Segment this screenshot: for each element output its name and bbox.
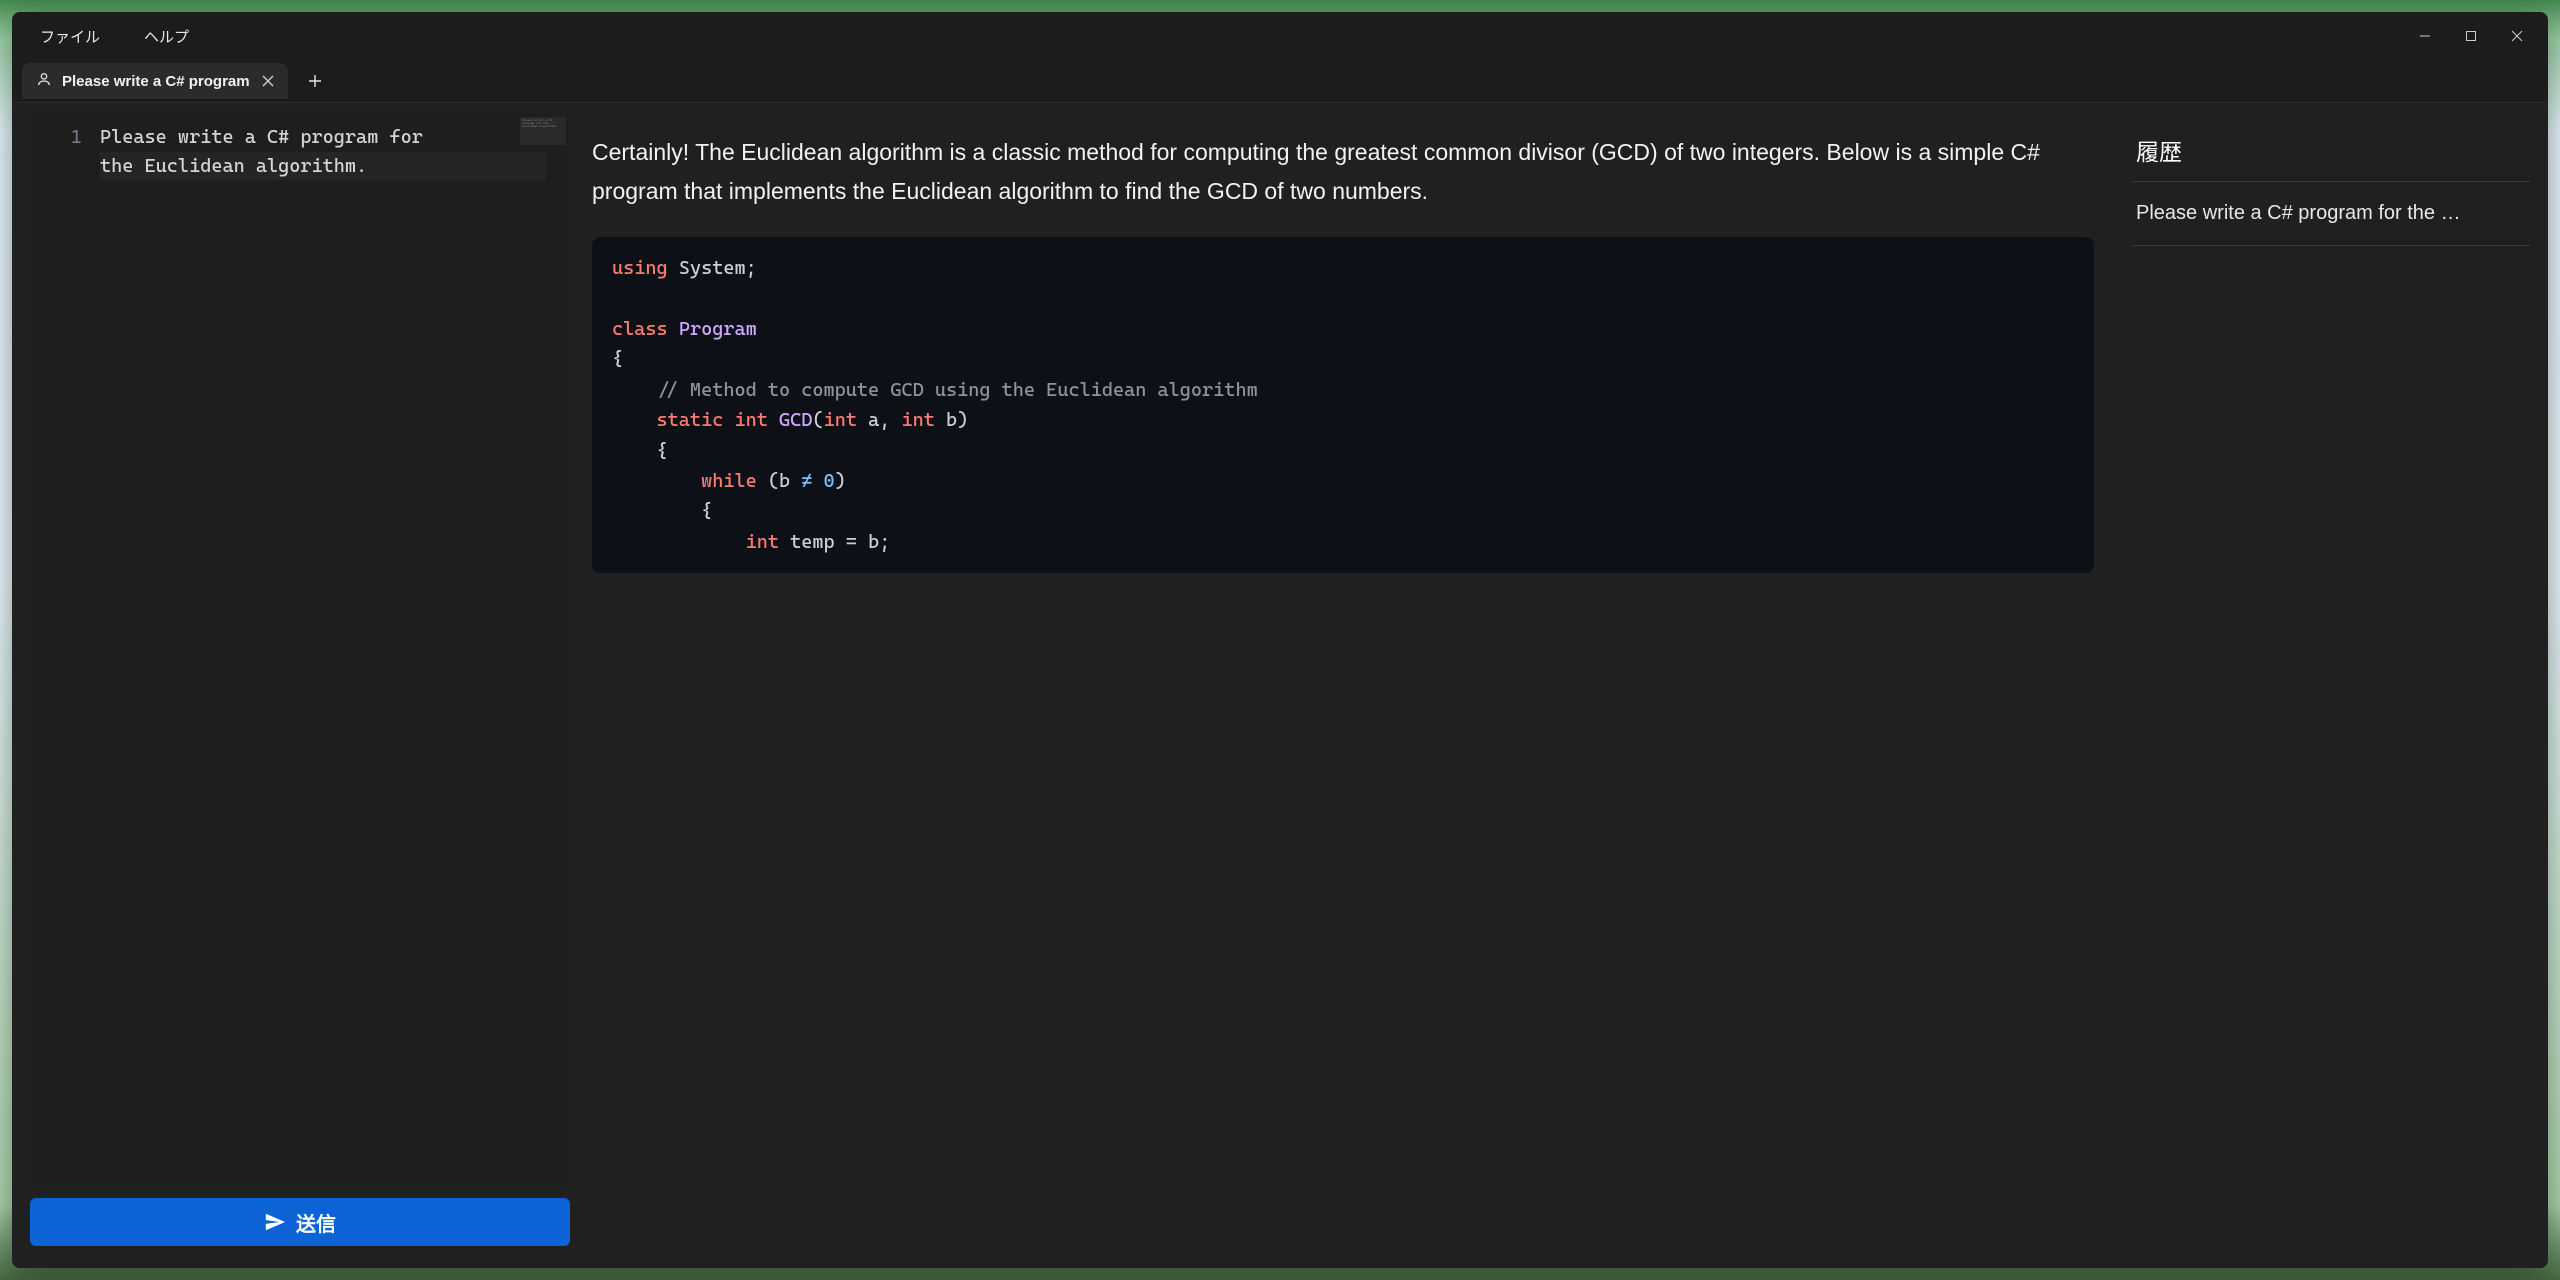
code-token: using [612,257,668,279]
code-token: int [746,531,779,553]
code-token: (b [757,470,802,492]
titlebar: ファイル ヘルプ [12,12,2548,60]
menu-file[interactable]: ファイル [32,20,108,53]
user-icon [36,71,52,91]
code-token: { [701,500,712,522]
history-item[interactable]: Please write a C# program for the … [2132,182,2530,246]
code-token: temp = b; [779,531,890,553]
editor-line: Please write a C# program for [100,123,546,152]
tab-title: Please write a C# program [62,73,250,90]
send-icon [264,1211,286,1233]
code-token: ( [812,409,823,431]
code-token: class [612,318,668,340]
code-token: // Method to compute GCD using the Eucli… [657,379,1258,401]
minimize-button[interactable] [2402,20,2448,52]
send-button[interactable]: 送信 [30,1198,570,1246]
content-area: 1 Please write a C# program forthe Eucli… [12,102,2548,1268]
tab-close-button[interactable] [260,73,276,89]
code-token: Program [679,318,757,340]
new-tab-button[interactable] [298,64,332,98]
editor-content[interactable]: Please write a C# program forthe Euclide… [100,113,556,1184]
prompt-editor[interactable]: 1 Please write a C# program forthe Eucli… [30,113,570,1184]
close-button[interactable] [2494,20,2540,52]
response-content: Certainly! The Euclidean algorithm is a … [592,113,2110,1246]
send-label: 送信 [296,1208,336,1237]
window-controls [2402,20,2540,52]
close-icon [262,75,274,87]
menu-bar: ファイル ヘルプ [32,20,197,53]
code-token: 0 [812,470,834,492]
editor-gutter: 1 [30,113,100,1184]
code-token: { [612,348,623,370]
menu-help[interactable]: ヘルプ [136,20,197,53]
code-token: int [734,409,767,431]
app-window: ファイル ヘルプ Please write a C# program [12,12,2548,1268]
code-token: int [824,409,857,431]
code-token: ) [835,470,846,492]
left-panel: 1 Please write a C# program forthe Eucli… [30,113,570,1246]
code-token: int [902,409,935,431]
close-icon [2511,30,2523,42]
tab-active[interactable]: Please write a C# program [22,63,288,99]
maximize-icon [2465,30,2477,42]
code-token: a, [857,409,902,431]
history-title: 履歴 [2132,119,2530,182]
code-token: b) [935,409,968,431]
code-token: { [657,440,668,462]
minimize-icon [2419,30,2431,42]
history-panel: 履歴 Please write a C# program for the … [2132,113,2530,1246]
code-token: ≠ [801,470,812,492]
code-token: while [701,470,757,492]
editor-minimap[interactable]: Please write a C# program for the Euclid… [520,117,566,145]
code-token: GCD [779,409,812,431]
tab-bar: Please write a C# program [12,60,2548,102]
response-text: Certainly! The Euclidean algorithm is a … [592,133,2094,211]
editor-scrollbar[interactable] [556,113,570,1184]
plus-icon [308,74,322,88]
response-codeblock: using System; class Program { // Method … [592,237,2094,573]
editor-line: the Euclidean algorithm. [100,152,546,181]
code-token: System [679,257,746,279]
code-token: static [657,409,724,431]
response-panel: Certainly! The Euclidean algorithm is a … [592,113,2110,1246]
maximize-button[interactable] [2448,20,2494,52]
